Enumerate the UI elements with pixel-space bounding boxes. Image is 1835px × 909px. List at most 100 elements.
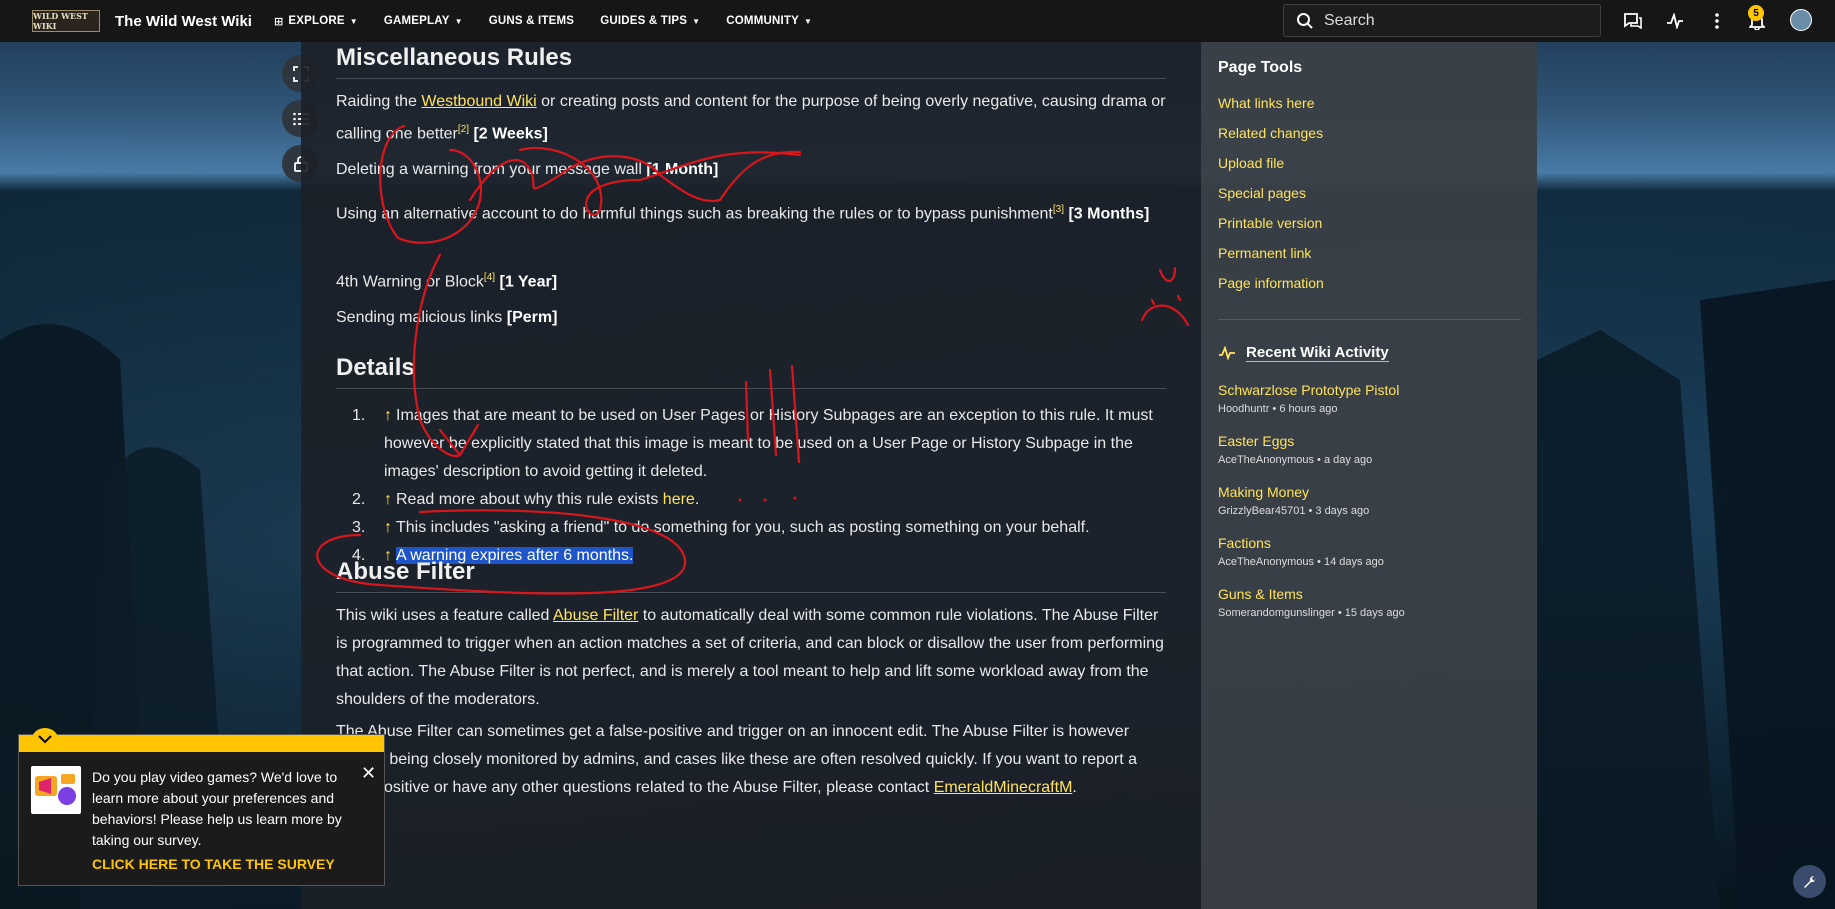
nav-menu: ⊞ EXPLORE ▼ GAMEPLAY ▼ GUNS & ITEMS GUIDES … <box>274 15 838 28</box>
tool-permanent-link[interactable]: Permanent link <box>1218 245 1311 261</box>
survey-message: Do you play video games? We'd love to le… <box>92 769 342 848</box>
site-title[interactable]: The Wild West Wiki <box>115 13 252 30</box>
nav-community[interactable]: COMMUNITY ▼ <box>726 15 812 28</box>
nav-guides-tips-label: GUIDES & TIPS <box>600 15 688 27</box>
footnote-text: Images that are meant to be used on User… <box>384 407 1153 480</box>
tool-special-pages[interactable]: Special pages <box>1218 185 1306 201</box>
nav-guns-items[interactable]: GUNS & ITEMS <box>489 15 574 28</box>
section-heading-abuse-filter: Abuse Filter <box>336 558 1166 593</box>
survey-popup: Do you play video games? We'd love to le… <box>18 728 385 886</box>
notification-count-badge: 5 <box>1748 5 1764 21</box>
abuse-filter-paragraph-1: This wiki uses a feature called Abuse Fi… <box>336 602 1166 714</box>
activity-item-meta: GrizzlyBear45701 • 3 days ago <box>1218 505 1370 517</box>
activity-icon[interactable] <box>1665 11 1685 31</box>
footnote-number: 3. <box>352 519 366 536</box>
recent-activity-title[interactable]: Recent Wiki Activity <box>1246 344 1389 362</box>
section-heading-details: Details <box>336 354 1166 389</box>
back-arrow-link[interactable]: ↑ <box>384 491 392 508</box>
close-icon[interactable]: ✕ <box>361 763 376 784</box>
avatar[interactable] <box>1790 9 1812 31</box>
list-item: 1. ↑ Images that are meant to be used on U… <box>352 402 1166 486</box>
footnote-number: 2. <box>352 491 366 508</box>
rail-divider <box>1218 319 1521 320</box>
rule-alt-account: Using an alternative account to do harmf… <box>336 196 1166 228</box>
rule-deleting-text: Deleting a warning from your message wal… <box>336 161 647 178</box>
nav-guides-tips[interactable]: GUIDES & TIPS ▼ <box>600 15 700 28</box>
footnote-text: Read more about why this rule exists <box>396 491 663 508</box>
take-survey-link[interactable]: CLICK HERE TO TAKE THE SURVEY <box>92 856 335 872</box>
activity-item-title[interactable]: Schwarzlose Prototype Pistol <box>1218 382 1399 398</box>
top-navigation: WILD WEST WIKI The Wild West Wiki ⊞ EXPLO… <box>0 0 1835 42</box>
rule-raiding-penalty: [2 Weeks] <box>473 125 548 143</box>
chevron-down-icon: ▼ <box>692 16 701 26</box>
abuse-p1-text-start: This wiki uses a feature called <box>336 607 553 624</box>
tool-related-changes[interactable]: Related changes <box>1218 125 1323 141</box>
footnote-text-tail: . <box>694 491 700 508</box>
wrench-icon[interactable] <box>1793 865 1826 898</box>
site-logo[interactable]: WILD WEST WIKI <box>32 10 100 32</box>
logo-text: WILD WEST WIKI <box>33 11 88 31</box>
page-tools-title: Page Tools <box>1218 59 1303 76</box>
tool-printable-version[interactable]: Printable version <box>1218 215 1322 231</box>
nav-explore[interactable]: ⊞ EXPLORE ▼ <box>274 15 358 28</box>
activity-item-title[interactable]: Factions <box>1218 535 1271 551</box>
more-options-icon[interactable] <box>1707 11 1727 31</box>
rule-links-penalty: [Perm] <box>506 309 558 326</box>
right-rail: Page Tools What links here Related chang… <box>1201 42 1537 909</box>
search-placeholder: Search <box>1324 11 1375 29</box>
back-arrow-link[interactable]: ↑ <box>384 407 392 424</box>
nav-explore-label: EXPLORE <box>288 15 345 27</box>
activity-item-title[interactable]: Guns & Items <box>1218 586 1303 602</box>
search-input[interactable]: Search <box>1283 4 1601 37</box>
rule-fourth-warning: 4th Warning or Block[4] [1 Year] <box>336 264 1166 296</box>
rule-malicious-links: Sending malicious links [Perm] <box>336 304 1166 332</box>
activity-icon <box>1219 346 1235 360</box>
nav-guns-items-label: GUNS & ITEMS <box>488 15 575 27</box>
admin-user-link[interactable]: EmeraldMinecraftM <box>934 779 1073 796</box>
tool-what-links-here[interactable]: What links here <box>1218 95 1314 111</box>
footnote-link-2[interactable]: [2] <box>458 124 469 135</box>
rule-fourth-text: 4th Warning or Block <box>336 273 484 291</box>
main-content: Miscellaneous Rules Raiding the Westboun… <box>301 42 1201 909</box>
activity-item-meta: Hoodhuntr • 6 hours ago <box>1218 403 1338 415</box>
rule-deleting-warning: Deleting a warning from your message wal… <box>336 156 1166 184</box>
search-icon <box>1297 12 1313 29</box>
rule-links-text: Sending malicious links <box>336 309 507 326</box>
chevron-down-icon: ▼ <box>803 16 813 26</box>
footnote-link-4[interactable]: [4] <box>484 272 495 283</box>
footnote-text: This includes "asking a friend" to do so… <box>396 519 1090 536</box>
survey-illustration-icon <box>31 766 81 814</box>
back-arrow-link[interactable]: ↑ <box>384 519 392 536</box>
tool-upload-file[interactable]: Upload file <box>1218 155 1284 171</box>
activity-item-meta: Somerandomgunslinger • 15 days ago <box>1218 607 1405 619</box>
rule-deleting-penalty: [1 Month] <box>646 161 719 178</box>
westbound-wiki-link[interactable]: Westbound Wiki <box>421 93 536 110</box>
activity-item-title[interactable]: Easter Eggs <box>1218 433 1294 449</box>
list-item: 2. ↑ Read more about why this rule exists … <box>352 486 1166 514</box>
nav-gameplay-label: GAMEPLAY <box>383 15 450 27</box>
collapse-chevron-icon[interactable] <box>32 728 58 750</box>
rule-alt-text: Using an alternative account to do harmf… <box>336 205 1053 223</box>
tool-page-information[interactable]: Page information <box>1218 275 1324 291</box>
rule-raiding: Raiding the Westbound Wiki or creating p… <box>336 88 1166 148</box>
chevron-down-icon: ▼ <box>454 16 463 26</box>
explore-icon: ⊞ <box>273 15 284 28</box>
section-heading-misc-rules: Miscellaneous Rules <box>336 44 1166 79</box>
rule-fourth-penalty: [1 Year] <box>499 273 558 291</box>
nav-gameplay[interactable]: GAMEPLAY ▼ <box>384 15 463 28</box>
discussions-icon[interactable] <box>1623 11 1643 31</box>
footnote-link-3[interactable]: [3] <box>1053 204 1064 215</box>
footnotes-list: 1. ↑ Images that are meant to be used on U… <box>352 402 1166 570</box>
chevron-down-icon: ▼ <box>349 16 358 26</box>
activity-item-meta: AceTheAnonymous • a day ago <box>1218 454 1373 466</box>
abuse-filter-link[interactable]: Abuse Filter <box>553 607 638 624</box>
activity-item-meta: AceTheAnonymous • 14 days ago <box>1218 556 1384 568</box>
abuse-filter-paragraph-2: The Abuse Filter can sometimes get a fal… <box>336 718 1166 802</box>
activity-item-title[interactable]: Making Money <box>1218 484 1309 500</box>
rule-raiding-text-start: Raiding the <box>336 93 422 110</box>
survey-header-bar <box>19 728 384 752</box>
here-link[interactable]: here <box>663 491 695 508</box>
list-item: 3. ↑ This includes "asking a friend" to do… <box>352 514 1166 542</box>
rule-alt-penalty: [3 Months] <box>1068 205 1150 223</box>
nav-community-label: COMMUNITY <box>726 15 799 27</box>
